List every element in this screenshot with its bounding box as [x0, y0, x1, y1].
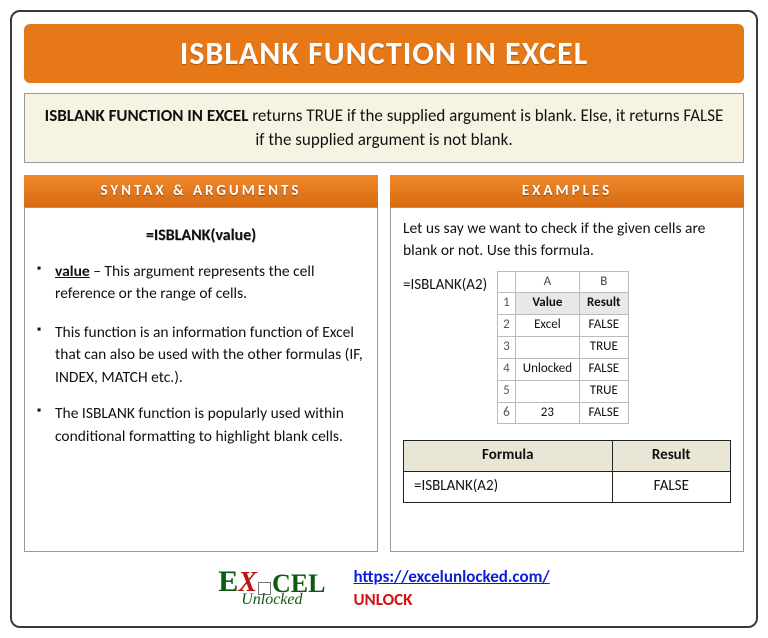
example-formula: =ISBLANK(A2): [403, 271, 487, 297]
sheet-cell: TRUE: [580, 380, 629, 402]
sheet-cell: 23: [515, 402, 579, 424]
note-item: The ISBLANK function is popularly used w…: [37, 403, 365, 448]
columns: SYNTAX & ARGUMENTS =ISBLANK(value) value…: [24, 175, 744, 552]
col-letter: B: [580, 271, 629, 293]
argument-item: value – This argument represents the cel…: [37, 261, 365, 306]
argument-name: value: [55, 262, 90, 281]
examples-body: Let us say we want to check if the given…: [390, 207, 744, 552]
footer-links: https://excelunlocked.com/ UNLOCK: [353, 566, 549, 610]
syntax-header: SYNTAX & ARGUMENTS: [24, 175, 378, 207]
excel-unlocked-logo: E X CEL Unlocked: [218, 568, 325, 607]
sheet-corner: [498, 271, 516, 293]
result-header: Formula: [404, 441, 613, 472]
syntax-body: =ISBLANK(value) value – This argument re…: [24, 207, 378, 552]
unlock-text: UNLOCK: [353, 589, 412, 610]
result-header: Result: [612, 441, 730, 472]
row-number: 5: [498, 380, 516, 402]
logo-subtitle: Unlocked: [241, 593, 302, 607]
row-number: 3: [498, 337, 516, 359]
description-rest: returns TRUE if the supplied argument is…: [248, 105, 723, 150]
infographic-card: ISBLANK FUNCTION IN EXCEL ISBLANK FUNCTI…: [10, 10, 758, 628]
result-formula: =ISBLANK(A2): [404, 472, 613, 503]
row-number: 1: [498, 293, 516, 315]
sheet-header: Value: [515, 293, 579, 315]
sheet-cell: Unlocked: [515, 358, 579, 380]
col-letter: A: [515, 271, 579, 293]
spreadsheet-table: A B 1 Value Result 2 Excel FALSE: [497, 271, 628, 425]
row-number: 4: [498, 358, 516, 380]
sheet-header: Result: [580, 293, 629, 315]
page-title: ISBLANK FUNCTION IN EXCEL: [24, 24, 744, 83]
example-intro: Let us say we want to check if the given…: [403, 218, 731, 263]
logo-letter: E: [218, 568, 238, 595]
sheet-cell: FALSE: [580, 402, 629, 424]
row-number: 2: [498, 315, 516, 337]
sheet-cell: [515, 380, 579, 402]
row-number: 6: [498, 402, 516, 424]
description-box: ISBLANK FUNCTION IN EXCEL returns TRUE i…: [24, 93, 744, 163]
footer: E X CEL Unlocked https://excelunlocked.c…: [24, 562, 744, 614]
sheet-cell: FALSE: [580, 315, 629, 337]
syntax-column: SYNTAX & ARGUMENTS =ISBLANK(value) value…: [24, 175, 378, 552]
result-value: FALSE: [612, 472, 730, 503]
examples-header: EXAMPLES: [390, 175, 744, 207]
argument-desc: – This argument represents the cell refe…: [55, 262, 315, 303]
sheet-cell: [515, 337, 579, 359]
note-item: This function is an information function…: [37, 322, 365, 389]
description-lead: ISBLANK FUNCTION IN EXCEL: [45, 105, 249, 126]
sheet-cell: Excel: [515, 315, 579, 337]
website-link[interactable]: https://excelunlocked.com/: [353, 566, 549, 587]
examples-column: EXAMPLES Let us say we want to check if …: [390, 175, 744, 552]
sheet-cell: TRUE: [580, 337, 629, 359]
result-table: Formula Result =ISBLANK(A2) FALSE: [403, 440, 731, 503]
sheet-cell: FALSE: [580, 358, 629, 380]
example-row: =ISBLANK(A2) A B 1 Value Result: [403, 271, 731, 425]
syntax-formula: =ISBLANK(value): [37, 224, 365, 247]
